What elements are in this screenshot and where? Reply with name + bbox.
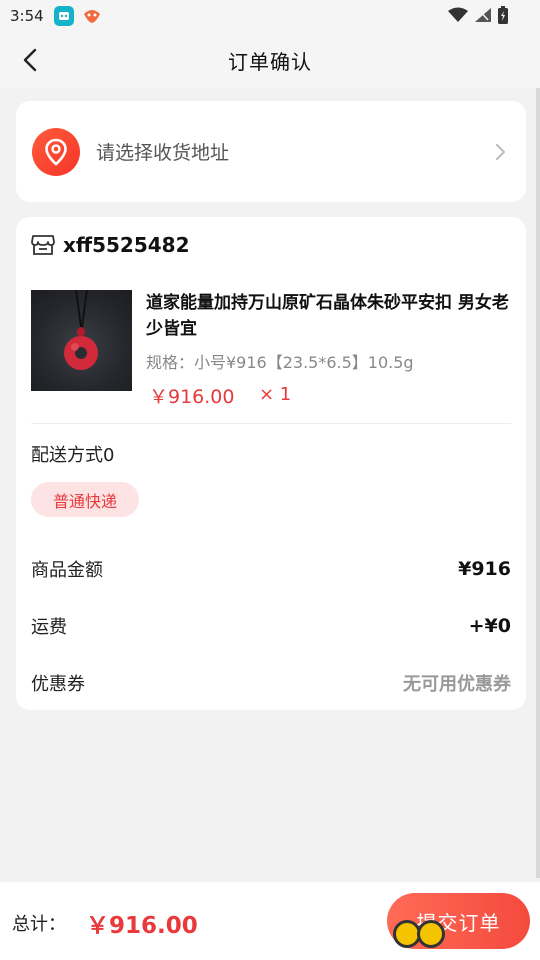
- checkout-bar: 总计： ￥916.00 提交订单: [0, 882, 540, 960]
- status-time: 3:54: [10, 7, 44, 25]
- nav-bar: 订单确认: [0, 32, 540, 88]
- page-title: 订单确认: [228, 49, 312, 74]
- coupon-value: 无可用优惠券: [403, 674, 511, 695]
- status-icons: [448, 6, 508, 24]
- shop-header[interactable]: xff5525482: [31, 233, 190, 257]
- location-pin-icon: [32, 127, 80, 176]
- shipping-value: +¥0: [468, 615, 511, 637]
- status-bar: 3:54: [0, 0, 540, 32]
- back-button[interactable]: [12, 42, 48, 78]
- site-watermark: [393, 920, 445, 948]
- chevron-left-icon: [23, 48, 37, 72]
- order-card: xff5525482 道家能量加持万山原矿石晶体朱砂平安扣 男女老少皆宜 规格：…: [16, 217, 526, 710]
- shipping-label: 运费: [31, 617, 67, 638]
- total-label: 总计：: [12, 914, 66, 935]
- product-spec: 规格：小号¥916【23.5*6.5】10.5g: [146, 353, 414, 372]
- summary-row-goods-amount: 商品金额 ¥916: [31, 556, 511, 582]
- delivery-method-label: 配送方式0: [31, 445, 115, 466]
- product-item[interactable]: 道家能量加持万山原矿石晶体朱砂平安扣 男女老少皆宜 规格：小号¥916【23.5…: [31, 290, 511, 408]
- product-image: [31, 290, 132, 391]
- signal-icon: [475, 8, 491, 22]
- goods-amount-label: 商品金额: [31, 560, 103, 581]
- address-placeholder: 请选择收货地址: [96, 142, 230, 164]
- coupon-label: 优惠券: [31, 674, 85, 695]
- product-price: ￥916.00: [149, 386, 235, 408]
- address-selector[interactable]: 请选择收货地址: [16, 101, 526, 202]
- summary-row-coupon[interactable]: 优惠券 无可用优惠券: [31, 670, 511, 696]
- app-notification-icon: [53, 6, 74, 26]
- divider: [31, 423, 511, 424]
- shop-name: xff5525482: [63, 233, 190, 257]
- delivery-option-chip[interactable]: 普通快递: [31, 482, 139, 517]
- total-value: ￥916.00: [86, 913, 198, 939]
- scrollbar[interactable]: [536, 88, 540, 878]
- watermark-logo-icon-2: [417, 920, 445, 948]
- app-notification-icon-2: [82, 6, 102, 26]
- wifi-icon: [448, 7, 468, 22]
- summary-row-shipping: 运费 +¥0: [31, 613, 511, 639]
- goods-amount-value: ¥916: [458, 558, 511, 580]
- product-quantity: × 1: [259, 384, 292, 405]
- chevron-right-icon: [496, 143, 505, 160]
- product-title: 道家能量加持万山原矿石晶体朱砂平安扣 男女老少皆宜: [146, 293, 509, 339]
- battery-icon: [498, 6, 508, 24]
- store-icon: [31, 235, 55, 255]
